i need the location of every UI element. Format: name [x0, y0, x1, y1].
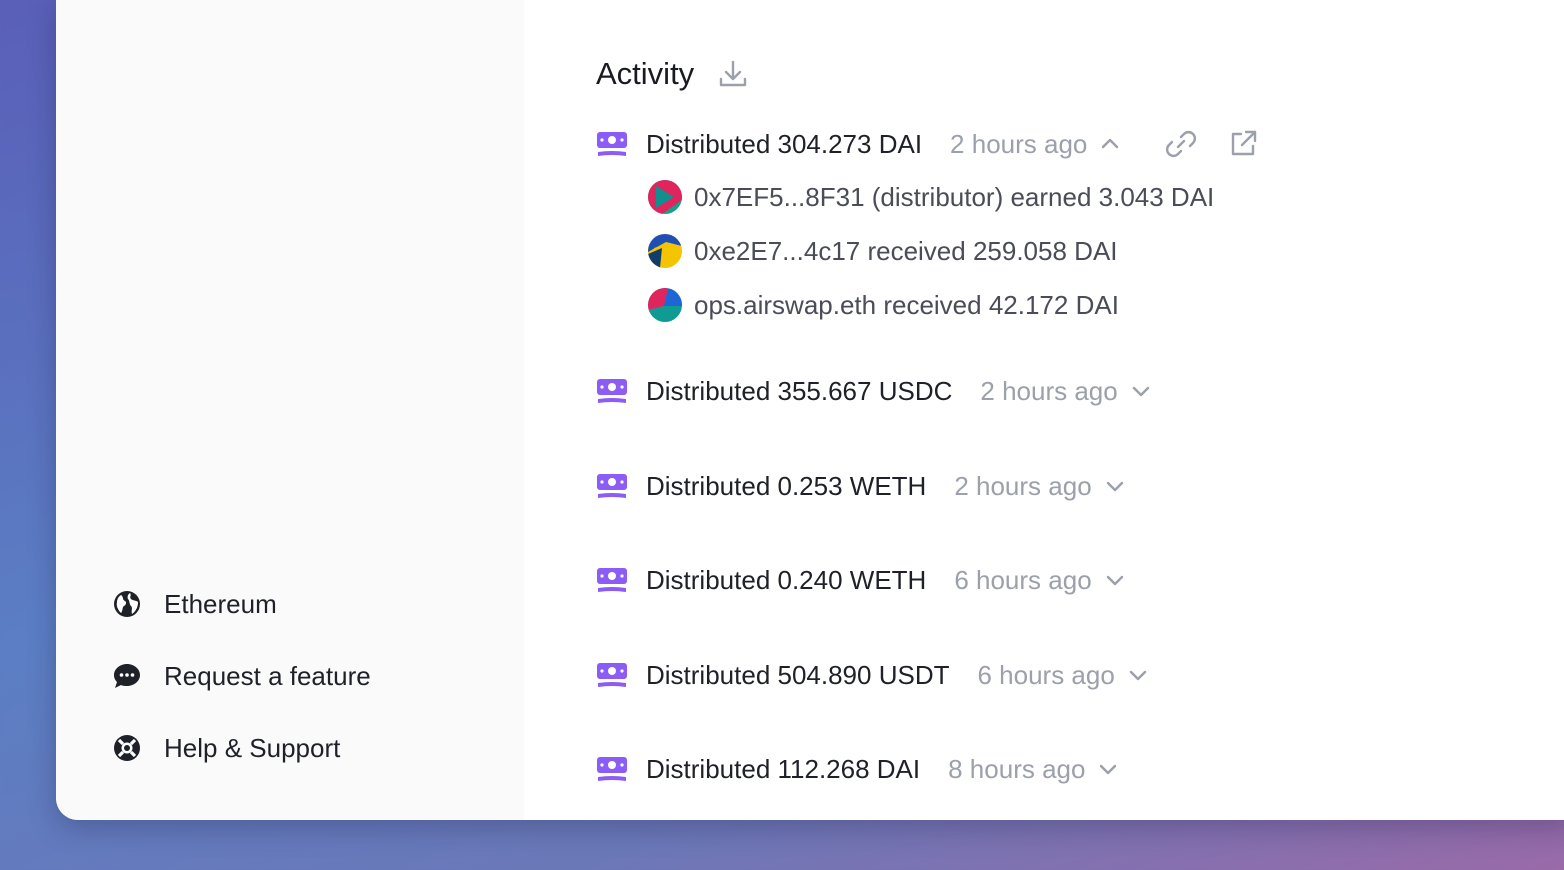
- external-link-icon[interactable]: [1227, 127, 1261, 161]
- link-icon[interactable]: [1165, 127, 1199, 161]
- avatar: [648, 234, 682, 268]
- cash-icon: [596, 659, 628, 691]
- activity-text: Distributed 112.268 DAI: [646, 753, 921, 784]
- activity-text: Distributed 0.240 WETH: [646, 564, 927, 595]
- chat-bubble-icon: [112, 660, 144, 692]
- cash-icon: [596, 375, 628, 407]
- activity-item: Distributed 0.240 WETH 6 hours ago: [596, 560, 1128, 600]
- chevron-down-icon[interactable]: [1104, 474, 1128, 498]
- sidebar-nav: Ethereum Request a feature Help & Suppor…: [112, 586, 371, 802]
- activity-detail-row: 0x7EF5...8F31 (distributor) earned 3.043…: [648, 179, 1214, 215]
- activity-time: 2 hours ago: [980, 375, 1118, 406]
- app-window: Ethereum Request a feature Help & Suppor…: [56, 0, 1564, 820]
- activity-time: 8 hours ago: [948, 753, 1086, 784]
- activity-item: Distributed 112.268 DAI 8 hours ago: [596, 749, 1121, 789]
- activity-item: Distributed 504.890 USDT 6 hours ago: [596, 655, 1151, 695]
- activity-detail-row: ops.airswap.eth received 42.172 DAI: [648, 287, 1119, 323]
- activity-time: 6 hours ago: [954, 564, 1092, 595]
- activity-time: 2 hours ago: [950, 128, 1088, 159]
- sidebar-item-request-feature[interactable]: Request a feature: [112, 658, 371, 694]
- activity-panel: Activity Distributed 304.273 DAI 2 hours…: [596, 0, 1564, 820]
- cash-icon: [596, 470, 628, 502]
- sidebar: Ethereum Request a feature Help & Suppor…: [56, 0, 524, 820]
- activity-item: Distributed 304.273 DAI 2 hours ago: [596, 124, 1261, 164]
- avatar: [648, 288, 682, 322]
- sidebar-item-label: Help & Support: [164, 732, 341, 763]
- chevron-down-icon[interactable]: [1127, 663, 1151, 687]
- activity-text: Distributed 504.890 USDT: [646, 659, 950, 690]
- activity-detail-row: 0xe2E7...4c17 received 259.058 DAI: [648, 233, 1118, 269]
- activity-item: Distributed 355.667 USDC 2 hours ago: [596, 371, 1154, 411]
- chevron-down-icon[interactable]: [1104, 568, 1128, 592]
- chevron-up-icon[interactable]: [1099, 132, 1123, 156]
- globe-icon: [112, 588, 144, 620]
- sidebar-item-ethereum[interactable]: Ethereum: [112, 586, 371, 622]
- chevron-down-icon[interactable]: [1130, 379, 1154, 403]
- download-icon[interactable]: [716, 56, 752, 92]
- activity-detail-text: ops.airswap.eth received 42.172 DAI: [694, 289, 1119, 320]
- cash-icon: [596, 753, 628, 785]
- page-title: Activity: [596, 56, 695, 91]
- cash-icon: [596, 128, 628, 160]
- activity-detail-text: 0xe2E7...4c17 received 259.058 DAI: [694, 235, 1118, 266]
- lifebuoy-icon: [112, 732, 144, 764]
- activity-item: Distributed 0.253 WETH 2 hours ago: [596, 466, 1128, 506]
- chevron-down-icon[interactable]: [1097, 757, 1121, 781]
- activity-text: Distributed 0.253 WETH: [646, 470, 927, 501]
- activity-time: 6 hours ago: [977, 659, 1115, 690]
- cash-icon: [596, 564, 628, 596]
- activity-text: Distributed 304.273 DAI: [646, 128, 923, 159]
- activity-time: 2 hours ago: [954, 470, 1092, 501]
- avatar: [648, 180, 682, 214]
- sidebar-item-label: Ethereum: [164, 588, 277, 619]
- activity-header: Activity: [596, 56, 752, 92]
- sidebar-item-label: Request a feature: [164, 660, 371, 691]
- activity-text: Distributed 355.667 USDC: [646, 375, 953, 406]
- sidebar-item-help-support[interactable]: Help & Support: [112, 730, 371, 766]
- activity-detail-text: 0x7EF5...8F31 (distributor) earned 3.043…: [694, 181, 1215, 212]
